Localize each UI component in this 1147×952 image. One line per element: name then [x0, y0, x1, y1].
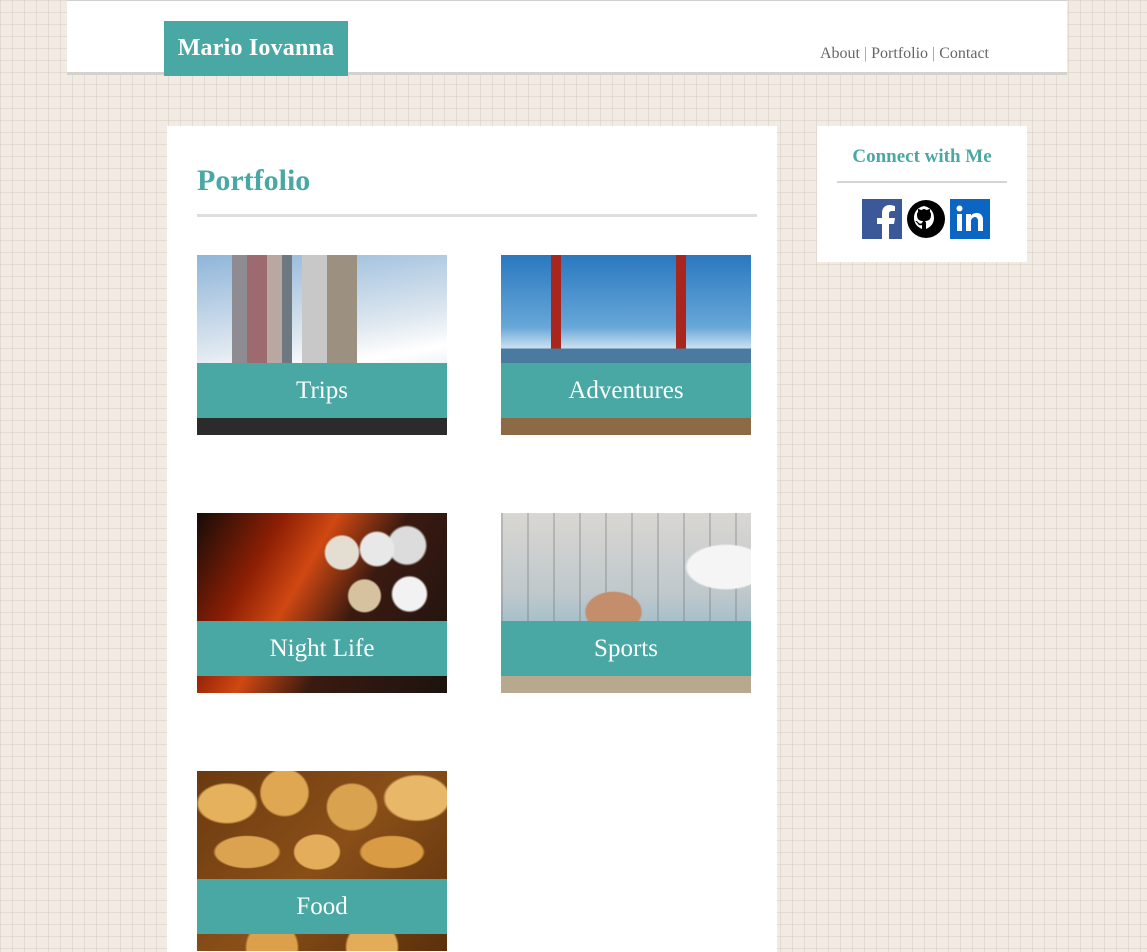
portfolio-card-adventures[interactable]: Adventures [501, 255, 751, 435]
connect-divider [837, 181, 1007, 183]
portfolio-card-sports[interactable]: Sports [501, 513, 751, 693]
facebook-icon[interactable] [862, 199, 902, 239]
page-title: Portfolio [197, 164, 311, 197]
nav-link-contact[interactable]: Contact [939, 45, 989, 63]
portfolio-card-night-life[interactable]: Night Life [197, 513, 447, 693]
main-nav: About | Portfolio | Contact [820, 45, 989, 63]
nav-link-portfolio[interactable]: Portfolio [871, 45, 928, 63]
portfolio-card-label: Night Life [197, 621, 447, 676]
site-header: Mario Iovanna About | Portfolio | Contac… [67, 0, 1067, 76]
portfolio-card-label: Sports [501, 621, 751, 676]
connect-title: Connect with Me [852, 146, 992, 167]
github-icon[interactable] [906, 199, 946, 239]
nav-separator: | [863, 45, 868, 62]
portfolio-card-food[interactable]: Food [197, 771, 447, 951]
portfolio-card-label: Adventures [501, 363, 751, 418]
social-links [862, 199, 990, 239]
portfolio-card-label: Trips [197, 363, 447, 418]
portfolio-card-trips[interactable]: Trips [197, 255, 447, 435]
connect-panel: Connect with Me [817, 126, 1027, 262]
linkedin-icon[interactable] [950, 199, 990, 239]
nav-link-about[interactable]: About [820, 45, 860, 63]
site-brand[interactable]: Mario Iovanna [164, 21, 348, 76]
portfolio-panel: Portfolio Trips Adventures Night Life Sp… [167, 126, 777, 952]
portfolio-card-label: Food [197, 879, 447, 934]
title-divider [197, 214, 757, 217]
nav-separator: | [932, 45, 936, 62]
